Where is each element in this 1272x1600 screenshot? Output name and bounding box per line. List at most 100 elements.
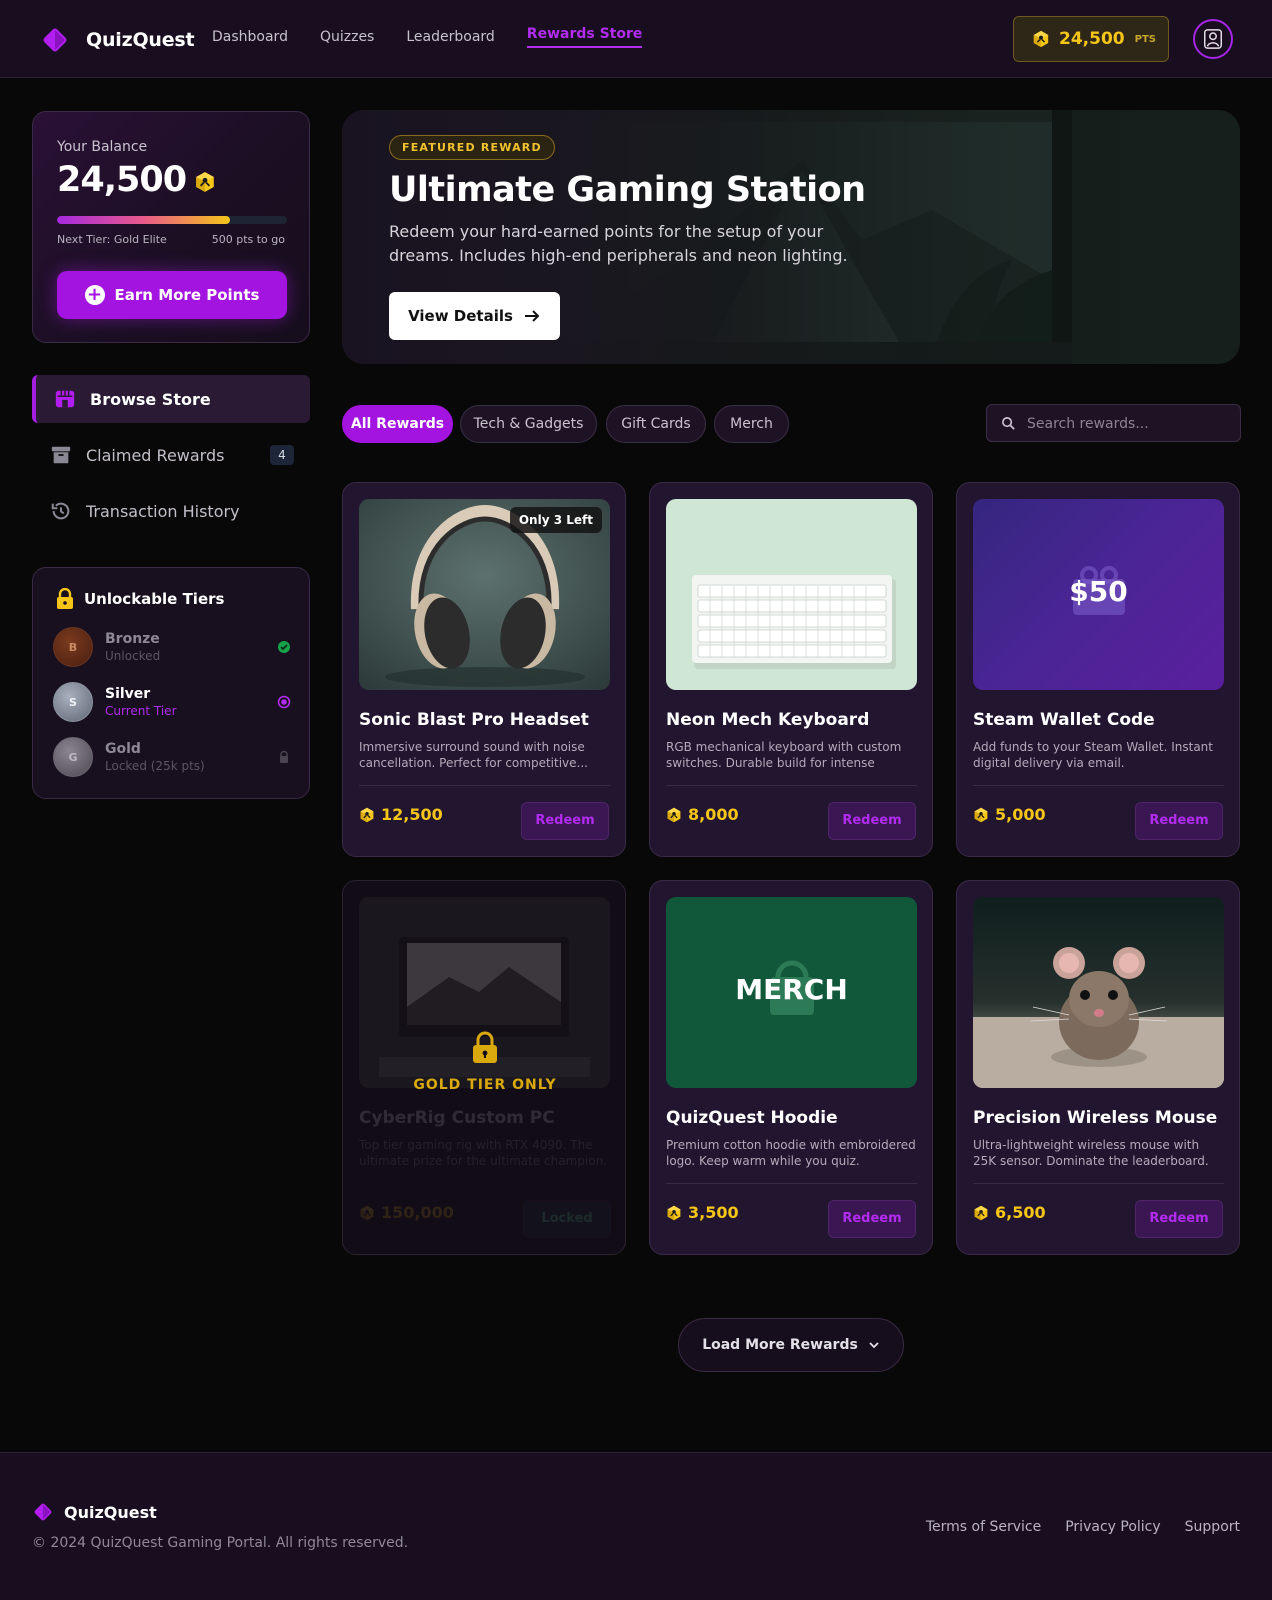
main-nav: Dashboard Quizzes Leaderboard Rewards St…: [212, 26, 674, 51]
radio-selected-icon: [277, 695, 291, 709]
points-cube-icon: [973, 1205, 989, 1221]
redeem-button[interactable]: Redeem: [828, 802, 916, 840]
points-cube-icon: [666, 1205, 682, 1221]
view-details-button[interactable]: View Details: [389, 292, 560, 340]
sidebar-item-browse-store[interactable]: Browse Store: [32, 375, 310, 423]
product-description: Immersive surround sound with noise canc…: [359, 740, 588, 770]
sidebar-item-claimed-rewards[interactable]: Claimed Rewards 4: [32, 431, 310, 479]
sidebar-item-label: Browse Store: [90, 389, 211, 409]
points-cube-icon: [666, 807, 682, 823]
product-price: 150,000: [359, 1203, 454, 1222]
redeem-button[interactable]: Redeem: [828, 1200, 916, 1238]
points-cube-icon: [359, 807, 375, 823]
search-input[interactable]: [1027, 413, 1227, 435]
tier-row-silver: S Silver Current Tier: [53, 681, 291, 723]
product-image: [666, 499, 917, 690]
points-cube-icon: [194, 171, 216, 193]
sidebar-nav: Browse Store Claimed Rewards 4 Transacti…: [32, 375, 310, 543]
product-image: $50: [973, 499, 1224, 690]
product-description: RGB mechanical keyboard with custom swit…: [666, 740, 902, 770]
product-description: Add funds to your Steam Wallet. Instant …: [973, 740, 1213, 770]
terms-link[interactable]: Terms of Service: [926, 1519, 1041, 1535]
tier-lock-overlay: GOLD TIER ONLY: [343, 1031, 627, 1093]
nav-leaderboard[interactable]: Leaderboard: [406, 29, 494, 51]
tiers-title: Unlockable Tiers: [84, 590, 225, 608]
points-cube-icon: [973, 807, 989, 823]
product-image: [973, 897, 1224, 1088]
earn-more-points-label: Earn More Points: [114, 286, 260, 304]
redeem-button[interactable]: Redeem: [521, 802, 609, 840]
logo-diamond-icon: [32, 1501, 54, 1523]
brand-name: QuizQuest: [86, 29, 195, 51]
filter-tech-gadgets[interactable]: Tech & Gadgets: [460, 405, 597, 443]
sidebar-item-label: Claimed Rewards: [86, 445, 225, 465]
search-box: [986, 404, 1241, 442]
product-price: 3,500: [666, 1203, 739, 1222]
plus-icon: +: [84, 285, 105, 305]
product-title: Steam Wallet Code: [973, 710, 1155, 730]
logo-diamond-icon: [40, 25, 70, 55]
earn-more-points-button[interactable]: + Earn More Points: [57, 271, 287, 319]
load-more-button[interactable]: Load More Rewards: [678, 1318, 904, 1372]
balance-card: Your Balance 24,500 Next Tier: Gold Elit…: [32, 111, 310, 343]
footer-links: Terms of Service Privacy Policy Support: [902, 1519, 1240, 1535]
reward-card[interactable]: MERCH QuizQuest Hoodie Premium cotton ho…: [649, 880, 933, 1255]
nav-dashboard[interactable]: Dashboard: [212, 29, 288, 51]
footer-logo[interactable]: QuizQuest: [32, 1501, 157, 1523]
view-details-label: View Details: [408, 307, 513, 325]
points-value: 24,500: [1059, 29, 1125, 49]
reward-card[interactable]: $50 Steam Wallet Code Add funds to your …: [956, 482, 1240, 857]
privacy-link[interactable]: Privacy Policy: [1065, 1519, 1160, 1535]
reward-card[interactable]: Neon Mech Keyboard RGB mechanical keyboa…: [649, 482, 933, 857]
product-image: Only 3 Left: [359, 499, 610, 690]
filter-merch[interactable]: Merch: [714, 405, 789, 443]
featured-reward-tag: FEATURED REWARD: [389, 135, 555, 160]
user-portrait-icon: [1204, 29, 1222, 49]
redeem-button[interactable]: Redeem: [1135, 1200, 1223, 1238]
points-cube-icon: [359, 1205, 375, 1221]
price-value: 3,500: [688, 1203, 739, 1222]
price-value: 150,000: [381, 1203, 454, 1222]
tier-name: Bronze: [105, 631, 160, 647]
keyboard-icon: [666, 499, 917, 690]
archive-icon: [50, 444, 72, 466]
price-value: 12,500: [381, 805, 443, 824]
lock-icon: [473, 1031, 497, 1063]
nav-quizzes[interactable]: Quizzes: [320, 29, 374, 51]
user-avatar-button[interactable]: [1193, 19, 1233, 59]
sidebar-item-transaction-history[interactable]: Transaction History: [32, 487, 310, 535]
product-description: Premium cotton hoodie with embroidered l…: [666, 1138, 916, 1168]
divider: [359, 785, 610, 786]
tier-info: Bronze Unlocked: [105, 631, 160, 663]
divider: [973, 785, 1224, 786]
divider: [666, 1183, 917, 1184]
points-unit: PTS: [1134, 33, 1156, 45]
load-more-label: Load More Rewards: [702, 1337, 858, 1353]
points-to-go: 500 pts to go: [211, 233, 285, 246]
reward-card-locked: CyberRig Custom PC Top tier gaming rig w…: [342, 880, 626, 1255]
merch-image-text: MERCH: [735, 973, 848, 1006]
filter-all-rewards[interactable]: All Rewards: [342, 405, 453, 443]
points-balance-pill[interactable]: 24,500 PTS: [1013, 16, 1169, 62]
nav-rewards-store[interactable]: Rewards Store: [526, 26, 643, 48]
tier-status: Locked (25k pts): [105, 759, 205, 773]
product-price: 6,500: [973, 1203, 1046, 1222]
filter-gift-cards[interactable]: Gift Cards: [606, 405, 706, 443]
reward-card[interactable]: Only 3 Left Sonic Blast Pro Headset Imme…: [342, 482, 626, 857]
balance-value: 24,500: [57, 160, 187, 200]
product-description: Top tier gaming rig with RTX 4090. The u…: [359, 1138, 608, 1168]
tier-name: Silver: [105, 686, 151, 702]
points-cube-icon: [1032, 30, 1050, 48]
divider: [973, 1183, 1224, 1184]
brand-logo[interactable]: QuizQuest: [40, 25, 195, 55]
top-header: QuizQuest Dashboard Quizzes Leaderboard …: [0, 0, 1272, 78]
price-value: 8,000: [688, 805, 739, 824]
chevron-down-icon: [869, 1342, 879, 1349]
tier-status: Current Tier: [105, 704, 177, 718]
reward-card[interactable]: Precision Wireless Mouse Ultra-lightweig…: [956, 880, 1240, 1255]
product-price: 5,000: [973, 805, 1046, 824]
tier-row-bronze: B Bronze Unlocked: [53, 626, 291, 668]
redeem-button[interactable]: Redeem: [1135, 802, 1223, 840]
check-circle-icon: [278, 641, 290, 653]
support-link[interactable]: Support: [1185, 1519, 1240, 1535]
